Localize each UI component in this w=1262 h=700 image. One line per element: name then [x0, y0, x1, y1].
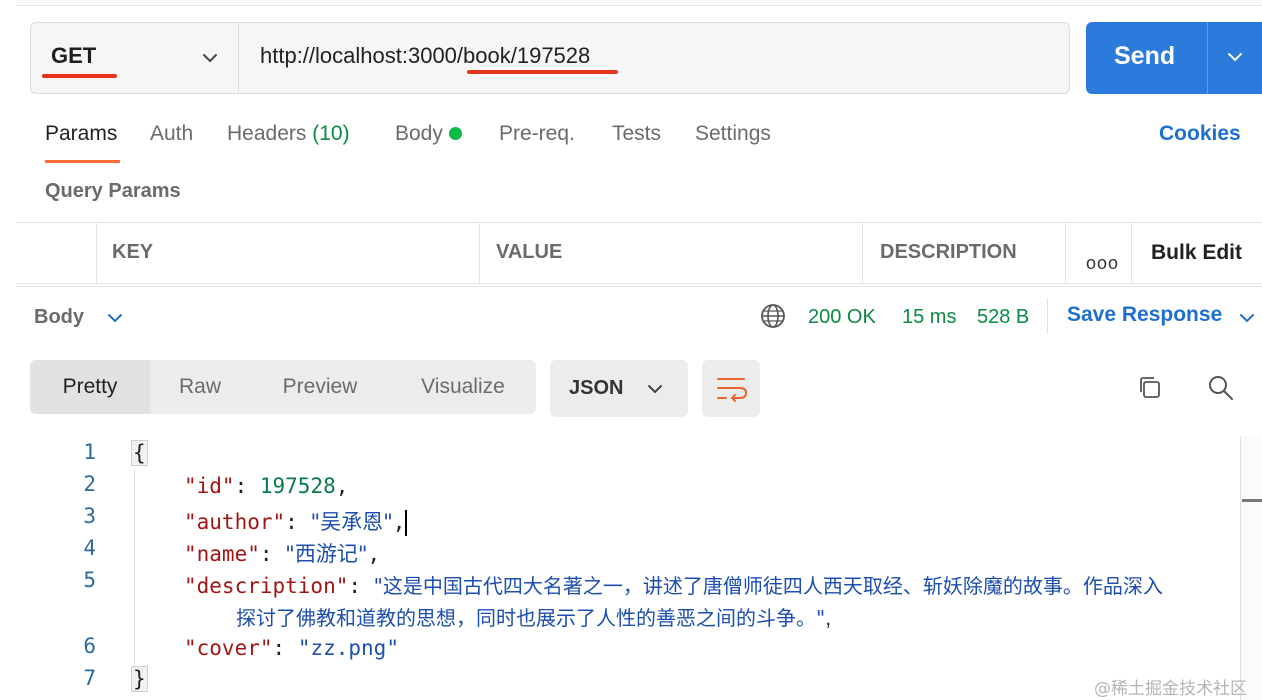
- line-number: 5: [83, 568, 96, 592]
- chevron-down-icon[interactable]: [1238, 309, 1256, 327]
- view-preview-button[interactable]: Preview: [255, 360, 385, 414]
- active-tab-indicator: [45, 160, 120, 163]
- response-time[interactable]: 15 ms: [902, 306, 956, 329]
- key-column: KEY: [96, 223, 480, 283]
- response-body-label[interactable]: Body: [34, 306, 84, 329]
- tab-body[interactable]: Body: [395, 122, 462, 146]
- save-response-button[interactable]: Save Response: [1067, 303, 1222, 327]
- json-key-description: "description": [184, 574, 349, 598]
- json-value-name: "西游记": [285, 542, 368, 566]
- search-icon[interactable]: [1206, 373, 1236, 403]
- annotation-underline-path: [467, 70, 618, 74]
- wrap-lines-button[interactable]: [702, 360, 760, 417]
- view-visualize-button[interactable]: Visualize: [398, 360, 528, 414]
- send-label: Send: [1114, 42, 1176, 70]
- copy-icon[interactable]: [1135, 373, 1165, 403]
- response-size[interactable]: 528 B: [977, 306, 1029, 329]
- description-column-header: DESCRIPTION: [880, 241, 1017, 263]
- line-number: 1: [83, 440, 96, 464]
- line-number: 6: [83, 634, 96, 658]
- value-column-header: VALUE: [496, 241, 563, 263]
- json-value-id: 197528: [259, 474, 336, 498]
- key-column-header: KEY: [112, 241, 154, 263]
- query-params-title: Query Params: [45, 180, 181, 202]
- code-line-cover: "cover": "zz.png": [184, 636, 399, 660]
- line-number: 7: [83, 666, 96, 690]
- code-line-description: "description": "这是中国古代四大名著之一，讲述了唐僧师徒四人西天…: [184, 574, 1163, 598]
- chevron-down-icon: [648, 385, 662, 394]
- tab-body-label: Body: [395, 122, 443, 145]
- params-table: KEY VALUE DESCRIPTION Bulk Edit: [16, 222, 1262, 284]
- text-cursor: [405, 510, 408, 536]
- section-divider: [16, 286, 1262, 287]
- line-number: 3: [83, 504, 96, 528]
- line-number: 2: [83, 472, 96, 496]
- method-select[interactable]: GET: [31, 23, 239, 93]
- editor-scrollbar[interactable]: [1240, 436, 1262, 700]
- format-select[interactable]: JSON: [550, 360, 688, 417]
- line-number: 4: [83, 536, 96, 560]
- cookies-link[interactable]: Cookies: [1159, 122, 1241, 146]
- view-pretty-button[interactable]: Pretty: [30, 360, 150, 414]
- indent-guide: [134, 470, 135, 670]
- code-line-description-wrap: 探讨了佛教和道教的思想，同时也展示了人性的善恶之间的斗争。",: [236, 606, 832, 630]
- view-mode-segment: Pretty Raw Preview Visualize: [30, 360, 536, 414]
- json-value-description: "这是中国古代四大名著之一，讲述了唐僧师徒四人西天取经、斩妖除魔的故事。作品深入: [373, 574, 1163, 598]
- tab-auth[interactable]: Auth: [150, 122, 193, 146]
- chevron-down-icon[interactable]: [106, 309, 124, 327]
- more-options-icon[interactable]: ooo: [1086, 253, 1119, 274]
- status-code[interactable]: 200 OK: [808, 306, 876, 329]
- code-line-id: "id": 197528,: [184, 474, 349, 498]
- tab-headers-label: Headers: [227, 122, 307, 145]
- method-label: GET: [51, 43, 97, 68]
- json-key-id: "id": [184, 474, 235, 498]
- scroll-position-marker[interactable]: [1242, 499, 1262, 502]
- watermark: @稀土掘金技术社区: [1094, 679, 1247, 699]
- url-input[interactable]: http://localhost:3000/book/197528: [260, 43, 590, 69]
- close-brace: }: [131, 666, 148, 692]
- json-key-name: "name": [184, 542, 260, 566]
- bulk-edit-cell: Bulk Edit: [1131, 223, 1262, 283]
- json-key-author: "author": [184, 510, 286, 534]
- chevron-down-icon[interactable]: [1226, 48, 1244, 66]
- response-divider: [1047, 298, 1048, 334]
- json-key-cover: "cover": [184, 636, 273, 660]
- chevron-down-icon: [203, 54, 217, 63]
- tab-pre-request[interactable]: Pre-req.: [499, 122, 575, 146]
- send-button[interactable]: Send: [1086, 22, 1262, 94]
- request-bar: GET http://localhost:3000/book/197528: [30, 22, 1070, 94]
- tab-headers[interactable]: Headers (10): [227, 122, 350, 146]
- send-divider: [1207, 22, 1208, 94]
- headers-count: (10): [312, 122, 350, 145]
- format-label: JSON: [569, 377, 624, 399]
- globe-icon[interactable]: [760, 303, 786, 329]
- tab-tests[interactable]: Tests: [612, 122, 661, 146]
- wrap-lines-icon: [717, 378, 748, 402]
- json-value-author: "吴承恩": [310, 510, 393, 534]
- tab-params[interactable]: Params: [45, 122, 117, 146]
- json-value-description-cont: 探讨了佛教和道教的思想，同时也展示了人性的善恶之间的斗争。": [236, 606, 826, 630]
- top-strip: [16, 0, 1262, 6]
- bulk-edit-button[interactable]: Bulk Edit: [1151, 241, 1242, 265]
- view-raw-button[interactable]: Raw: [150, 360, 250, 414]
- body-indicator-dot: [448, 126, 462, 140]
- open-brace: {: [131, 440, 148, 466]
- code-line-name: "name": "西游记",: [184, 542, 381, 566]
- annotation-underline-method: [42, 74, 117, 78]
- description-column: DESCRIPTION: [862, 223, 1065, 283]
- value-column: VALUE: [479, 223, 863, 283]
- code-line-author: "author": "吴承恩",: [184, 510, 408, 536]
- json-value-cover: "zz.png": [297, 636, 399, 660]
- tab-settings[interactable]: Settings: [695, 122, 771, 146]
